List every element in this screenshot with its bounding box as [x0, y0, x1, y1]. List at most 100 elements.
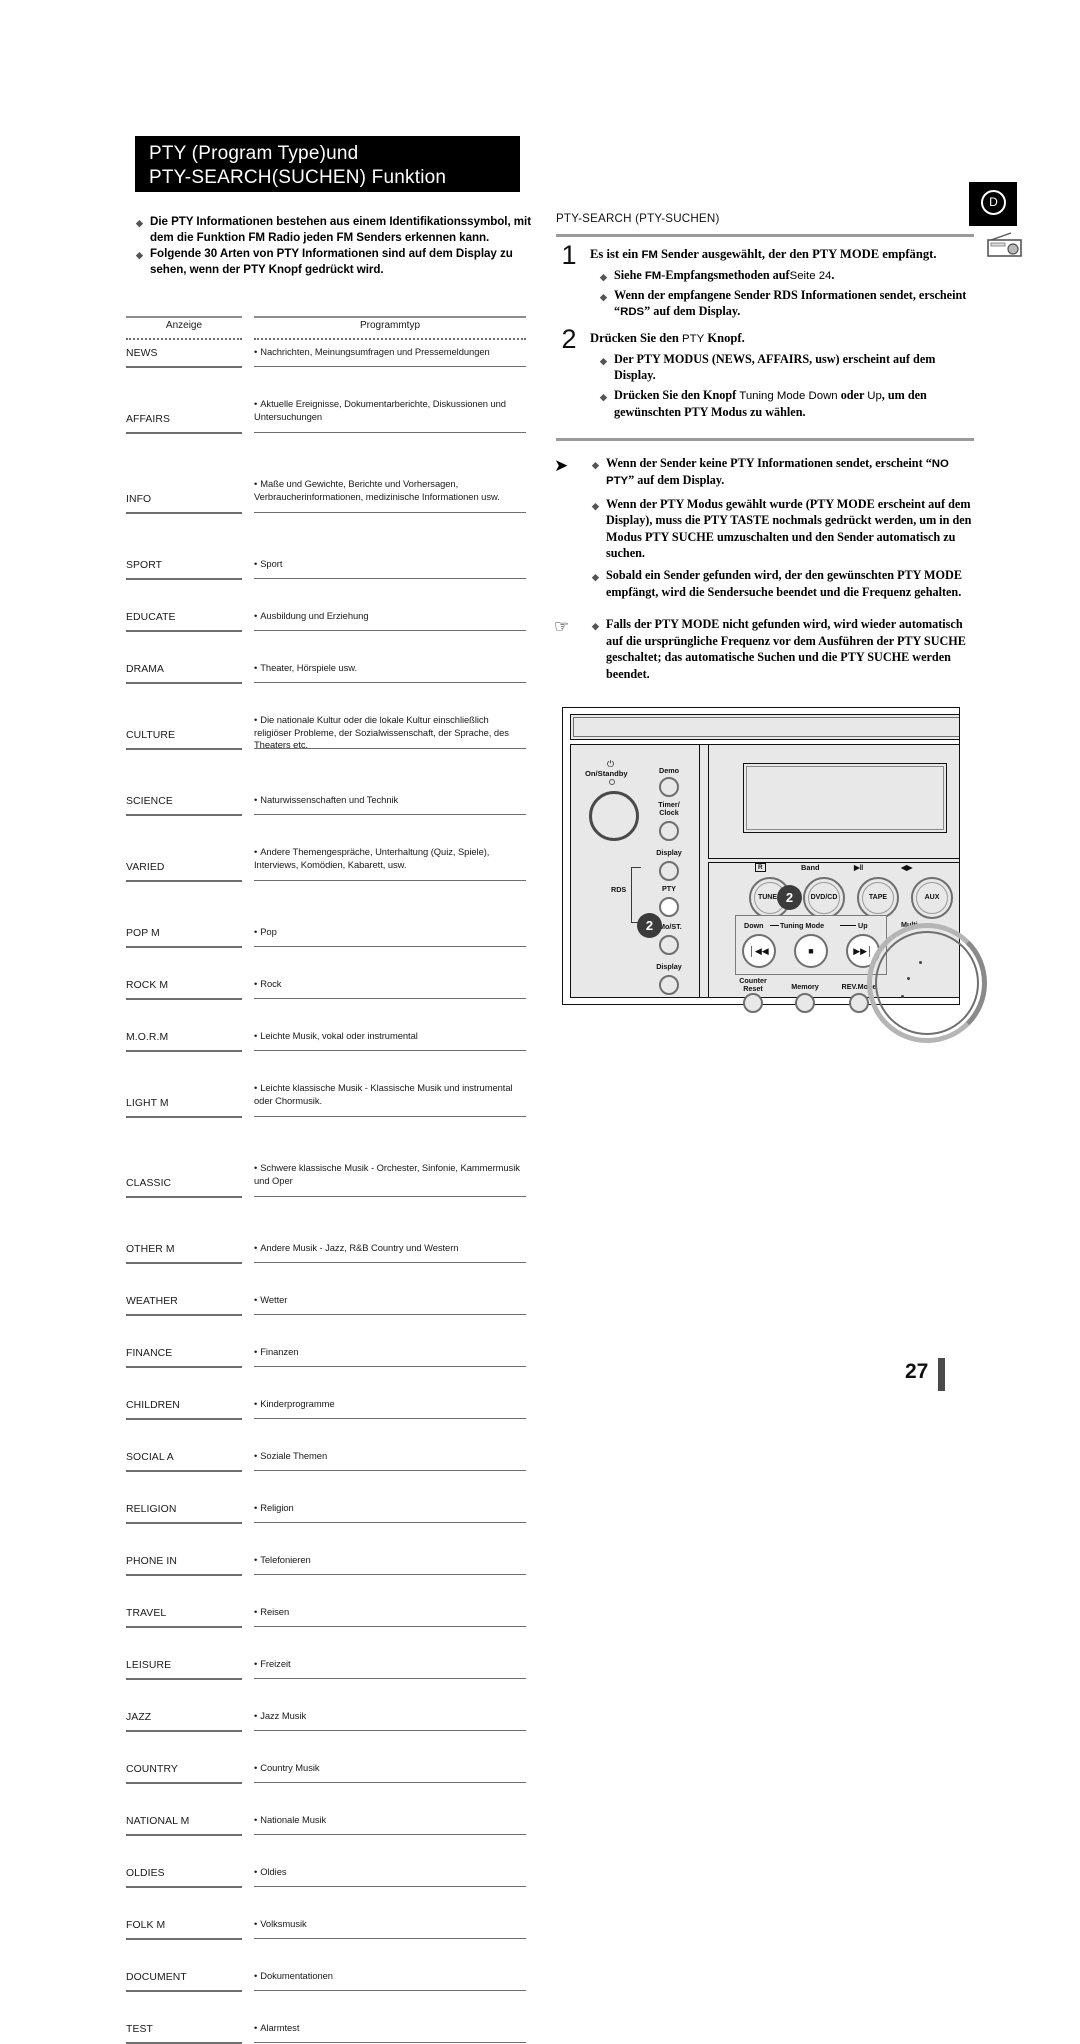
sub-text-c: . — [831, 267, 835, 282]
pty-description: • Volksmusik — [254, 1918, 526, 1931]
pty-description-text: Freizeit — [260, 1658, 291, 1669]
column-header-type: Programmtyp — [359, 320, 420, 331]
step-1-sub-1: ◆ Siehe FM-Empfangsmethoden aufSeite 24. — [600, 267, 976, 284]
pty-table-header: Anzeige Programmtyp — [126, 316, 526, 342]
table-row: M.O.R.M • Leichte Musik, vokal oder instru… — [126, 684, 526, 1052]
note-block-hand: ☞ ◆ Falls der PTY MODE nicht gefunden wi… — [554, 616, 976, 682]
pty-description-rule — [254, 1314, 526, 1316]
fm-keyword: FM — [644, 269, 662, 282]
diamond-bullet-icon: ◆ — [600, 292, 607, 302]
power-knob[interactable] — [589, 791, 639, 841]
sub-text-a: Drücken Sie den Knopf — [614, 387, 740, 402]
header-rule-left — [126, 316, 242, 318]
dial-dot — [907, 977, 910, 980]
note-items: ◆ Falls der PTY MODE nicht gefunden wird… — [592, 616, 976, 682]
pty-code-label: NATIONAL M — [126, 1816, 190, 1827]
table-row: INFO • Maße und Gewichte, Berichte und Vor… — [126, 408, 526, 514]
timer-clock-button[interactable] — [659, 821, 679, 841]
table-row: TRAVEL • Reisen — [126, 972, 526, 1628]
display-label-top: Display — [656, 848, 682, 857]
counter-reset-button[interactable] — [743, 993, 763, 1013]
table-row: DOCUMENT • Dokumentationen — [126, 1154, 526, 1992]
bullet-icon: • — [254, 1866, 258, 1877]
memory-button[interactable] — [795, 993, 815, 1013]
note-block-arrow: ➤ ◆ Wenn der Sender keine PTY Informatio… — [554, 455, 976, 600]
step-1: 1 Es ist ein FM Sender ausgewählt, der d… — [556, 241, 976, 268]
callout-badge-pty: 2 — [637, 913, 662, 938]
step-2-heading-b: Knopf. — [704, 330, 745, 345]
stop-button[interactable]: ■ — [794, 934, 828, 968]
display-button-top[interactable] — [659, 861, 679, 881]
step-2-heading: Drücken Sie den PTY Knopf. — [590, 330, 976, 348]
table-row: AFFAIRS • Aktuelle Ereignisse, Dokumentarb… — [126, 368, 526, 434]
chapter-badge: D — [969, 182, 1017, 226]
power-led-icon — [609, 779, 615, 785]
step-1-heading-a: Es ist ein — [590, 246, 642, 261]
pty-description-text: Volksmusik — [260, 1918, 307, 1929]
bullet-icon: • — [254, 1450, 258, 1461]
table-row: SPORT • Sport — [126, 448, 526, 580]
device-front-panel-diagram: ⏻ On/Standby Demo Timer/ Clock Display R… — [562, 707, 987, 1043]
pty-description-text: Religion — [260, 1502, 294, 1513]
rds-keyword: RDS — [620, 306, 645, 319]
bullet-icon: • — [254, 1242, 258, 1253]
diamond-bullet-icon: ◆ — [600, 391, 607, 402]
pty-code-label: SOCIAL A — [126, 1452, 174, 1463]
pty-code-label: OTHER M — [126, 1244, 175, 1255]
remote-sensor-icon: R — [755, 863, 766, 872]
play-pause-icon: ▶‖ — [854, 863, 864, 872]
table-row: RELIGION • Religion — [126, 920, 526, 1524]
intro-bullets: ◆ Die PTY Informationen bestehen aus ein… — [136, 214, 536, 278]
page-reference: Seite 24 — [789, 269, 832, 282]
tuning-down-button[interactable]: │◀◀ — [742, 934, 776, 968]
pty-description-rule — [254, 1938, 526, 1940]
diamond-bullet-icon: ◆ — [136, 218, 143, 228]
sub-text-b: oder — [837, 387, 868, 402]
bullet-icon: • — [254, 1398, 258, 1409]
source-knob-aux[interactable]: AUX — [911, 877, 953, 919]
note-text-a: Wenn der Sender keine PTY Informationen … — [606, 456, 932, 471]
bullet-icon: • — [254, 1710, 258, 1721]
arrow-head-icon: ➤ — [554, 456, 569, 476]
source-knob-tape[interactable]: TAPE — [857, 877, 899, 919]
pty-code-label: COUNTRY — [126, 1764, 178, 1775]
table-row: TEST • Alarmtest — [126, 1180, 526, 2044]
table-row: PHONE IN • Telefonieren — [126, 946, 526, 1576]
rds-bracket — [631, 867, 641, 923]
pty-code-label: FOLK M — [126, 1920, 166, 1931]
pty-description: • Soziale Themen — [254, 1450, 526, 1463]
table-row: NEWS • Nachrichten, Meinungsumfragen und P… — [126, 342, 526, 368]
pty-code-rule — [126, 1678, 242, 1680]
chapter-letter: D — [981, 190, 1006, 215]
step-1-sub-2: ◆ Wenn der empfangene Sender RDS Informa… — [600, 287, 976, 321]
source-knob-dvdcd[interactable]: DVD/CD — [803, 877, 845, 919]
pty-description: • Telefonieren — [254, 1554, 526, 1567]
pty-description-rule — [254, 2042, 526, 2044]
pty-description-rule — [254, 1470, 526, 1472]
pty-description-rule — [254, 1834, 526, 1836]
note-item: ◆ Wenn der Sender keine PTY Informatione… — [592, 455, 976, 490]
rev-mode-button[interactable] — [849, 993, 869, 1013]
bullet-icon: • — [254, 1554, 258, 1565]
mono-stereo-label: Mo/ST. — [659, 922, 682, 931]
note-items: ◆ Wenn der Sender keine PTY Informatione… — [592, 455, 976, 600]
table-row: CLASSIC • Schwere klassische Musik - Orche… — [126, 750, 526, 1198]
bullet-icon: • — [254, 1658, 258, 1669]
table-row: NATIONAL M • Nationale Musik — [126, 1076, 526, 1836]
pty-code-rule — [126, 1366, 242, 1368]
table-row: COUNTRY • Country Musik — [126, 1050, 526, 1784]
demo-button[interactable] — [659, 777, 679, 797]
mono-stereo-button[interactable] — [659, 935, 679, 955]
pty-description-text: Kinderprogramme — [260, 1398, 335, 1409]
pty-description-text: Reisen — [260, 1606, 290, 1617]
table-row: EDUCATE • Ausbildung und Erziehung — [126, 474, 526, 632]
note-text: Wenn der PTY Modus gewählt wurde (PTY MO… — [606, 496, 972, 561]
bullet-icon: • — [254, 1346, 258, 1357]
pty-code-rule — [126, 1574, 242, 1576]
display-button-bottom[interactable] — [659, 975, 679, 995]
pty-button[interactable] — [659, 897, 679, 917]
fm-keyword: FM — [641, 248, 658, 261]
multi-jog-dial-inner — [875, 931, 979, 1035]
pty-code-label: TRAVEL — [126, 1608, 167, 1619]
timer-clock-label: Timer/ Clock — [658, 800, 680, 818]
